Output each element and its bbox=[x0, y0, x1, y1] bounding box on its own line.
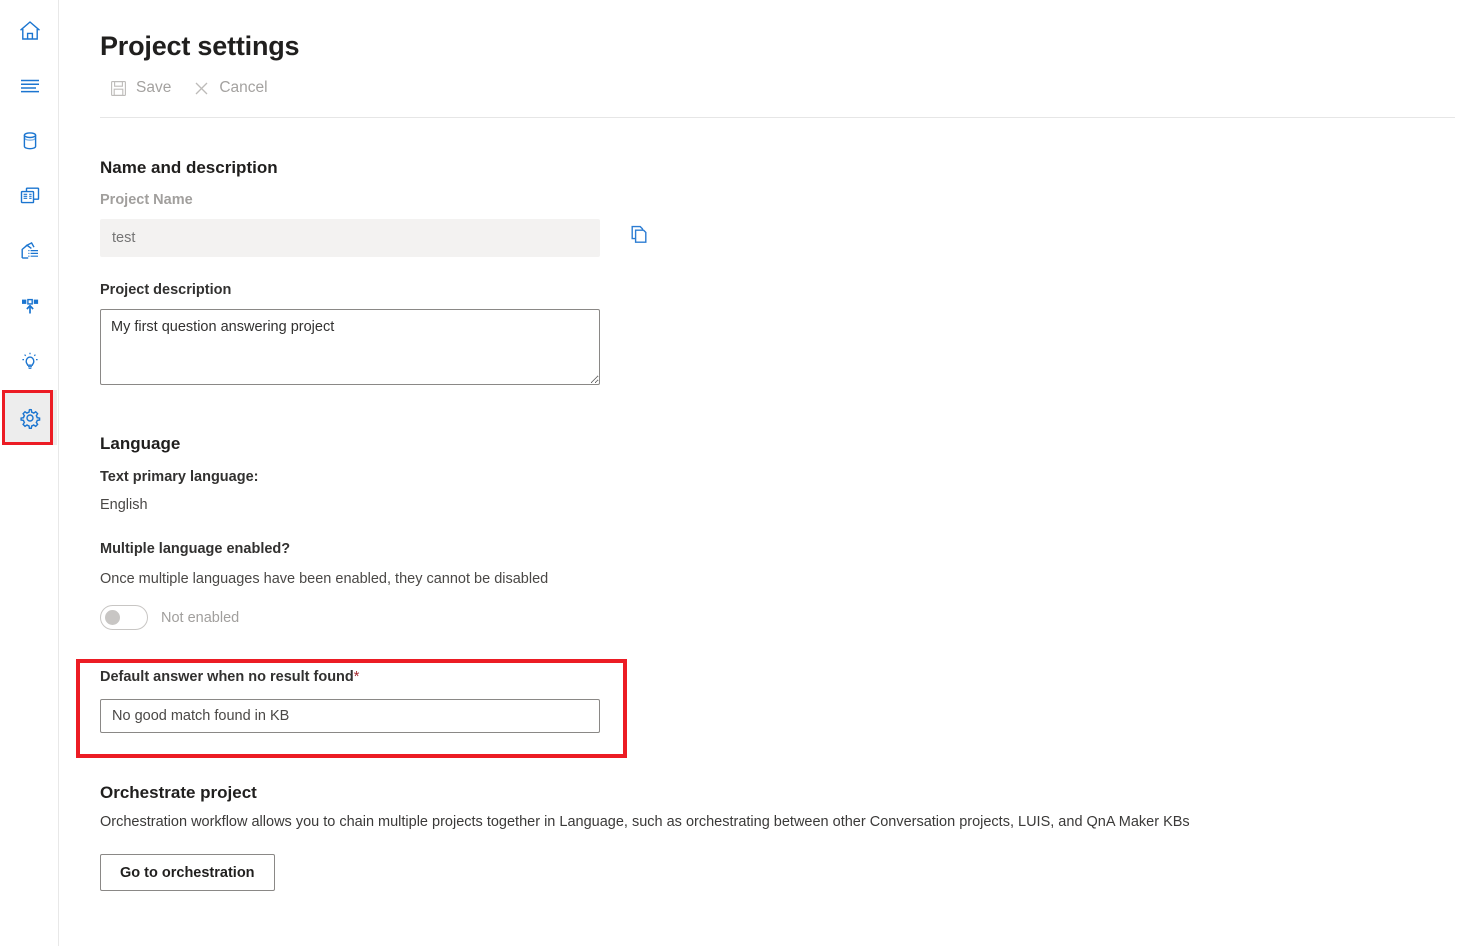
toggle-knob bbox=[105, 610, 120, 625]
project-settings-page: Project settings Save Can bbox=[0, 0, 1461, 946]
sidebar-item-deploy[interactable] bbox=[2, 223, 57, 278]
lightbulb-icon bbox=[17, 348, 43, 374]
toggle-state-label: Not enabled bbox=[161, 610, 239, 626]
sidebar-item-database[interactable] bbox=[2, 113, 57, 168]
sidebar-item-insights[interactable] bbox=[2, 333, 57, 388]
documents-icon bbox=[17, 183, 43, 209]
multiple-language-toggle[interactable] bbox=[100, 605, 148, 630]
cancel-label: Cancel bbox=[219, 79, 267, 97]
name-and-description-heading: Name and description bbox=[100, 158, 278, 178]
multiple-language-label: Multiple language enabled? bbox=[100, 541, 290, 557]
copy-icon bbox=[629, 224, 651, 249]
sidebar-item-publish[interactable] bbox=[2, 278, 57, 333]
primary-language-value: English bbox=[100, 497, 148, 513]
save-label: Save bbox=[136, 79, 171, 97]
gear-icon bbox=[17, 405, 43, 431]
project-description-input[interactable] bbox=[100, 309, 600, 385]
left-nav-rail bbox=[0, 0, 59, 946]
home-icon bbox=[17, 18, 43, 44]
language-heading: Language bbox=[100, 434, 180, 454]
multiple-language-note: Once multiple languages have been enable… bbox=[100, 571, 548, 587]
required-marker: * bbox=[354, 669, 360, 685]
cancel-button[interactable]: Cancel bbox=[183, 73, 279, 103]
command-bar-divider bbox=[100, 117, 1455, 118]
save-button[interactable]: Save bbox=[100, 73, 183, 103]
sidebar-item-text-lines[interactable] bbox=[2, 58, 57, 113]
project-name-input[interactable] bbox=[100, 219, 600, 257]
default-answer-label-text: Default answer when no result found bbox=[100, 669, 354, 685]
save-floppy-icon bbox=[110, 80, 127, 97]
project-description-label: Project description bbox=[100, 282, 231, 298]
close-x-icon bbox=[193, 80, 210, 97]
sidebar-item-home[interactable] bbox=[2, 3, 57, 58]
default-answer-input[interactable] bbox=[100, 699, 600, 733]
deploy-building-icon bbox=[17, 238, 43, 264]
project-name-label: Project Name bbox=[100, 192, 193, 208]
primary-language-label: Text primary language: bbox=[100, 469, 258, 485]
multiple-language-toggle-row: Not enabled bbox=[100, 605, 239, 630]
sidebar-item-settings[interactable] bbox=[2, 390, 57, 445]
sidebar-item-documents[interactable] bbox=[2, 168, 57, 223]
default-answer-label: Default answer when no result found* bbox=[100, 669, 359, 685]
orchestration-description: Orchestration workflow allows you to cha… bbox=[100, 814, 1190, 830]
command-bar: Save Cancel bbox=[100, 70, 280, 106]
orchestrate-project-heading: Orchestrate project bbox=[100, 783, 257, 803]
main-content: Project settings Save Can bbox=[59, 0, 1461, 946]
go-to-orchestration-button[interactable]: Go to orchestration bbox=[100, 854, 275, 891]
page-title: Project settings bbox=[100, 31, 299, 62]
text-lines-icon bbox=[17, 73, 43, 99]
copy-project-name-button[interactable] bbox=[622, 218, 658, 254]
database-icon bbox=[17, 128, 43, 154]
publish-upload-icon bbox=[17, 293, 43, 319]
